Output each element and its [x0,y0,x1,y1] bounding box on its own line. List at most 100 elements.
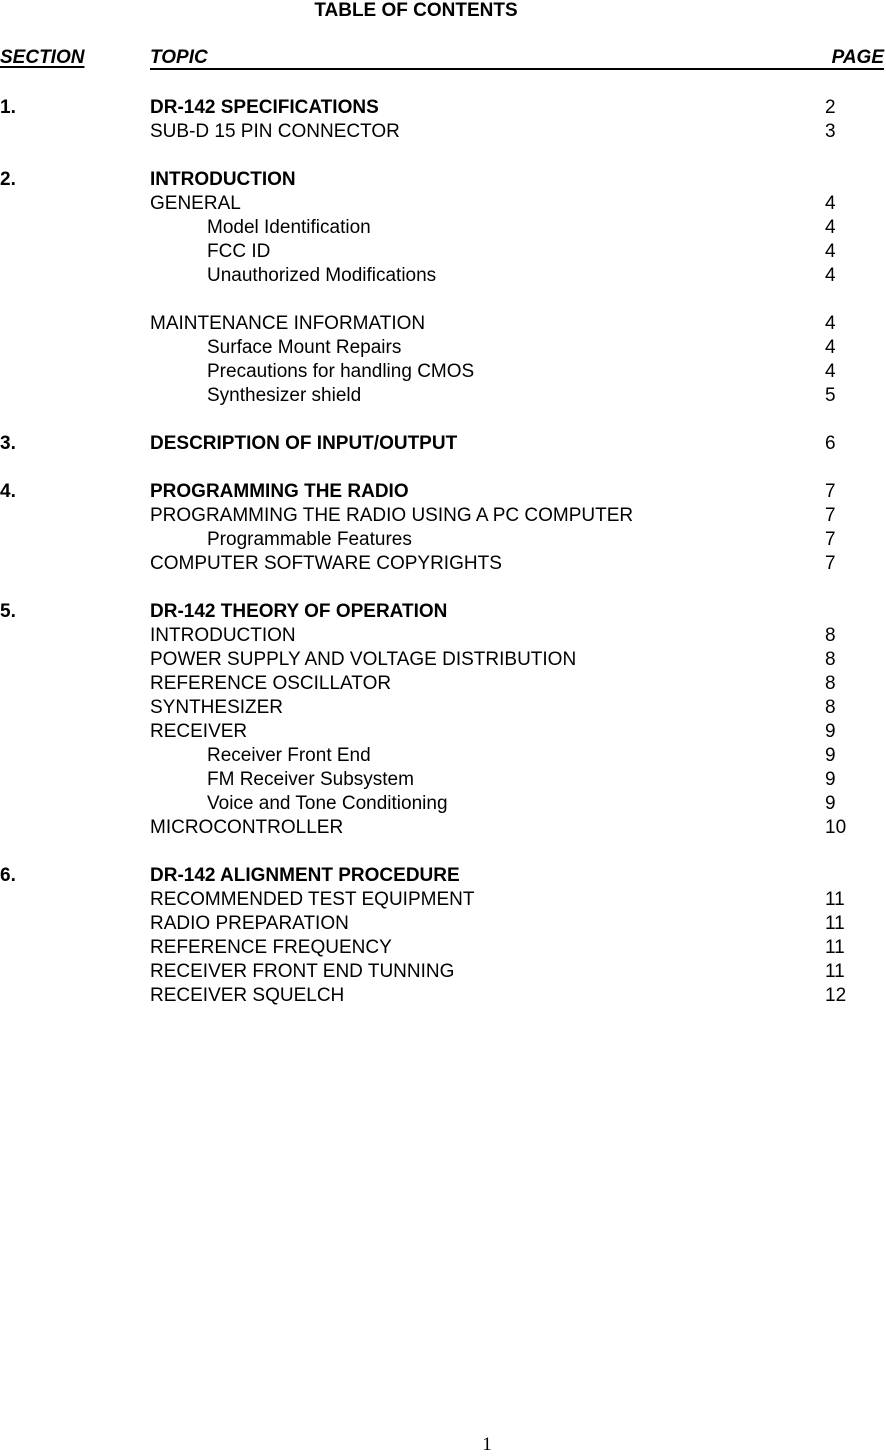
entry-text[interactable]: REFERENCE OSCILLATOR [150,672,391,696]
entry-page: 4 [825,217,836,238]
entry-page: 4 [825,193,836,214]
section-number: 1. [0,97,16,118]
toc-subtopic-row[interactable]: Receiver Front End 9 [0,744,886,768]
section-title[interactable]: INTRODUCTION [150,168,296,192]
section-number: 5. [0,601,16,622]
section-number: 6. [0,865,16,886]
entry-text[interactable]: SYNTHESIZER [150,696,283,720]
toc-subtopic-row[interactable]: FM Receiver Subsystem 9 [0,768,886,792]
toc-topic-row[interactable]: POWER SUPPLY AND VOLTAGE DISTRIBUTION 8 [0,648,886,672]
entry-page: 4 [825,265,836,286]
entry-text[interactable]: Surface Mount Repairs [207,336,401,360]
entry-text[interactable]: REFERENCE FREQUENCY [150,936,392,960]
toc-section-row[interactable]: 1. DR-142 SPECIFICATIONS 2 [0,96,886,120]
entry-page: 8 [825,697,836,718]
section-page: 2 [825,97,836,118]
entry-page: 10 [825,817,847,838]
entry-text[interactable]: RECEIVER [150,720,247,744]
toc-topic-row[interactable]: GENERAL 4 [0,192,886,216]
header-page: PAGE [831,47,884,68]
entry-page: 8 [825,625,836,646]
section-title[interactable]: DR-142 ALIGNMENT PROCEDURE [150,864,460,888]
toc-topic-row[interactable]: RECEIVER 9 [0,720,886,744]
toc-topic-row[interactable]: PROGRAMMING THE RADIO USING A PC COMPUTE… [0,504,886,528]
section-page: 7 [825,481,836,502]
entry-text[interactable]: COMPUTER SOFTWARE COPYRIGHTS [150,552,502,576]
toc-section-row[interactable]: 3. DESCRIPTION OF INPUT/OUTPUT 6 [0,432,886,456]
entry-text[interactable]: GENERAL [150,192,241,216]
toc-list: 1. DR-142 SPECIFICATIONS 2 SUB-D 15 PIN CON… [0,96,886,1008]
entry-text[interactable]: MICROCONTROLLER [150,816,343,840]
entry-page: 11 [825,937,845,958]
section-title[interactable]: DESCRIPTION OF INPUT/OUTPUT [150,432,457,456]
header-rule [150,68,884,70]
toc-section-row[interactable]: 5. DR-142 THEORY OF OPERATION [0,600,886,624]
toc-section-row[interactable]: 6. DR-142 ALIGNMENT PROCEDURE [0,864,886,888]
toc-subtopic-row[interactable]: Programmable Features 7 [0,528,886,552]
toc-subtopic-row[interactable]: Precautions for handling CMOS 4 [0,360,886,384]
entry-page: 7 [825,529,836,550]
toc-topic-row[interactable]: SYNTHESIZER 8 [0,696,886,720]
toc-topic-row[interactable]: RADIO PREPARATION 11 [0,912,886,936]
entry-page: 8 [825,649,836,670]
entry-page: 3 [825,121,836,142]
toc-topic-row[interactable]: MAINTENANCE INFORMATION 4 [0,312,886,336]
toc-subtopic-row[interactable]: Voice and Tone Conditioning 9 [0,792,886,816]
toc-topic-row[interactable]: MICROCONTROLLER 10 [0,816,886,840]
toc-subtopic-row[interactable]: Surface Mount Repairs 4 [0,336,886,360]
toc-topic-row[interactable]: RECOMMENDED TEST EQUIPMENT 11 [0,888,886,912]
toc-title: TABLE OF CONTENTS [314,0,518,21]
header-section: SECTION [0,47,85,68]
entry-text[interactable]: FM Receiver Subsystem [207,768,414,792]
entry-page: 7 [825,553,836,574]
toc-topic-row[interactable]: RECEIVER SQUELCH 12 [0,984,886,1008]
entry-page: 5 [825,385,836,406]
section-title[interactable]: DR-142 THEORY OF OPERATION [150,600,447,624]
entry-page: 4 [825,313,836,334]
entry-text[interactable]: Programmable Features [207,528,412,552]
entry-text[interactable]: Receiver Front End [207,744,371,768]
toc-subtopic-row[interactable]: FCC ID 4 [0,240,886,264]
page-number: 1 [482,1434,492,1455]
section-title[interactable]: DR-142 SPECIFICATIONS [150,96,379,120]
entry-text[interactable]: SUB-D 15 PIN CONNECTOR [150,120,400,144]
entry-text[interactable]: RECOMMENDED TEST EQUIPMENT [150,888,474,912]
header-topic: TOPIC [150,47,208,68]
toc-topic-row[interactable]: RECEIVER FRONT END TUNNING 11 [0,960,886,984]
toc-topic-row[interactable]: REFERENCE FREQUENCY 11 [0,936,886,960]
entry-text[interactable]: RECEIVER FRONT END TUNNING [150,960,454,984]
entry-page: 11 [825,889,845,910]
entry-page: 12 [825,985,847,1006]
toc-topic-row[interactable]: COMPUTER SOFTWARE COPYRIGHTS 7 [0,552,886,576]
entry-text[interactable]: Unauthorized Modifications [207,264,436,288]
section-title[interactable]: PROGRAMMING THE RADIO [150,480,409,504]
entry-text[interactable]: MAINTENANCE INFORMATION [150,312,425,336]
entry-text[interactable]: Model Identification [207,216,371,240]
entry-text[interactable]: INTRODUCTION [150,624,296,648]
toc-subtopic-row[interactable]: Model Identification 4 [0,216,886,240]
toc-topic-row[interactable]: REFERENCE OSCILLATOR 8 [0,672,886,696]
entry-text[interactable]: POWER SUPPLY AND VOLTAGE DISTRIBUTION [150,648,576,672]
entry-text[interactable]: FCC ID [207,240,270,264]
entry-page: 11 [825,913,845,934]
toc-topic-row[interactable]: INTRODUCTION 8 [0,624,886,648]
entry-page: 4 [825,241,836,262]
toc-subtopic-row[interactable]: Synthesizer shield 5 [0,384,886,408]
entry-text[interactable]: RECEIVER SQUELCH [150,984,344,1008]
entry-page: 9 [825,769,836,790]
entry-page: 4 [825,361,836,382]
entry-page: 8 [825,673,836,694]
entry-text[interactable]: Synthesizer shield [207,384,361,408]
toc-topic-row[interactable]: SUB-D 15 PIN CONNECTOR 3 [0,120,886,144]
entry-text[interactable]: Voice and Tone Conditioning [207,792,448,816]
toc-subtopic-row[interactable]: Unauthorized Modifications 4 [0,264,886,288]
toc-section-row[interactable]: 2. INTRODUCTION [0,168,886,192]
toc-section-row[interactable]: 4. PROGRAMMING THE RADIO 7 [0,480,886,504]
entry-text[interactable]: Precautions for handling CMOS [207,360,474,384]
entry-text[interactable]: RADIO PREPARATION [150,912,349,936]
entry-text[interactable]: PROGRAMMING THE RADIO USING A PC COMPUTE… [150,504,633,528]
